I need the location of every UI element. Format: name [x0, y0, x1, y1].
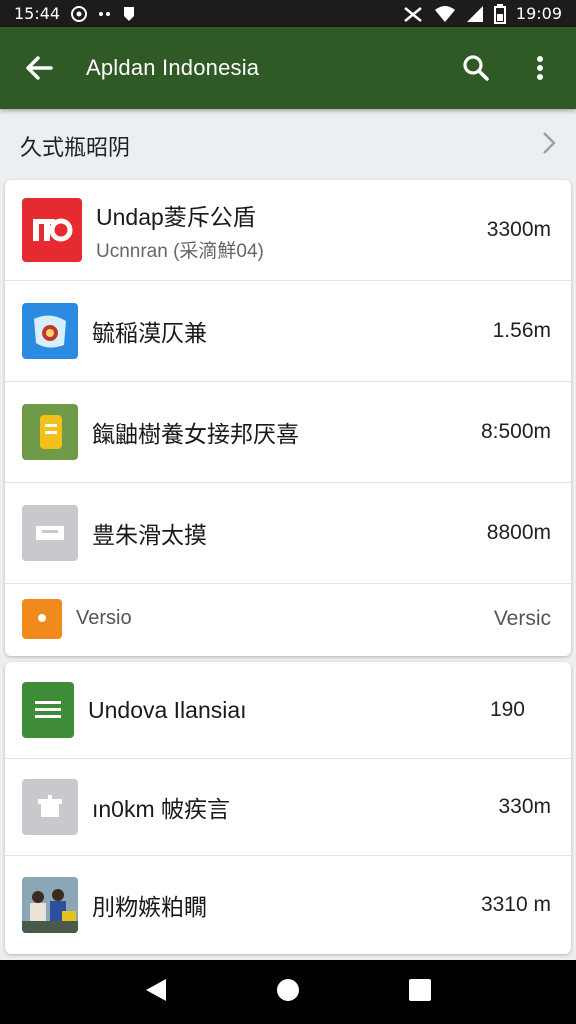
- item-subtitle: Ucnnran (采滴鮮04): [96, 240, 264, 262]
- orange-chat-icon: [22, 598, 62, 639]
- list-item[interactable]: Undova Ilansiaı 190: [5, 662, 571, 759]
- item-value: 8800m: [486, 521, 551, 544]
- nav-home-icon[interactable]: [275, 977, 301, 1007]
- list-item[interactable]: 豊朱滑太摸 8800m: [5, 483, 571, 584]
- item-value: 3310 m: [480, 892, 551, 916]
- item-value: 3300m: [486, 218, 551, 241]
- arrow-back-icon[interactable]: [22, 46, 56, 90]
- list-item[interactable]: Undap菱斥公盾 Ucnnran (采滴鮮04) 3300m: [5, 180, 571, 281]
- yellow-app-icon: [22, 404, 78, 460]
- item-name: 餼鼬樹養女接邦厌喜: [92, 421, 299, 447]
- section-header[interactable]: 久式瓶昭阴: [0, 112, 576, 180]
- item-value: 1.56m: [492, 319, 551, 342]
- item-name: 毓稲漠仄兼: [92, 320, 207, 346]
- nav-back-icon[interactable]: [144, 977, 168, 1007]
- red-app-icon: [22, 198, 82, 262]
- item-name: 豊朱滑太摸: [92, 522, 207, 548]
- grey-gift-icon: [22, 779, 78, 835]
- battery-icon: [493, 3, 506, 24]
- list-item[interactable]: 毓稲漠仄兼 1.56m: [5, 281, 571, 382]
- green-doc-icon: [22, 682, 74, 738]
- grey-folder-icon: [22, 505, 78, 561]
- section-title: 久式瓶昭阴: [20, 136, 131, 161]
- more-vert-icon[interactable]: [518, 46, 562, 90]
- version-label: Versio: [76, 607, 132, 629]
- mute-icon: [402, 5, 424, 23]
- signal-icon: [466, 5, 484, 23]
- dots-icon: [98, 9, 112, 19]
- blue-app-icon: [22, 303, 78, 359]
- app-list-card: Undap菱斥公盾 Ucnnran (采滴鮮04) 3300m 毓稲漠仄兼 1.…: [5, 180, 571, 656]
- list-item[interactable]: 餼鼬樹養女接邦厌喜 8:500m: [5, 382, 571, 483]
- circle-notification-icon: [70, 5, 88, 23]
- list-item[interactable]: 刖粅嫉粕瞯 3310 m: [5, 856, 571, 953]
- search-icon[interactable]: [454, 46, 498, 90]
- item-name: ın0km 帔疾言: [92, 796, 231, 822]
- shield-icon: [122, 6, 136, 22]
- status-time-left: 15:44: [14, 4, 61, 23]
- item-value: 190: [489, 698, 525, 721]
- nav-recents-icon[interactable]: [408, 978, 432, 1006]
- item-name: Undap菱斥公盾: [96, 203, 256, 230]
- list-item[interactable]: ın0km 帔疾言 330m: [5, 759, 571, 856]
- status-bar: 15:44 19:09: [0, 0, 576, 27]
- chevron-right-icon: [542, 131, 556, 161]
- navigation-bar: [0, 960, 576, 1024]
- app-bar: Apldan Indonesia: [0, 27, 576, 109]
- app-list-card-2: Undova Ilansiaı 190 ın0km 帔疾言 330m 刖粅嫉粕瞯…: [5, 662, 571, 954]
- app-title: Apldan Indonesia: [86, 55, 260, 80]
- wifi-icon: [434, 5, 456, 23]
- version-row[interactable]: Versio Versic: [5, 584, 571, 653]
- item-name: 刖粅嫉粕瞯: [92, 893, 207, 920]
- version-value: Versic: [493, 606, 551, 630]
- item-name: Undova Ilansiaı: [88, 696, 247, 723]
- status-time-right: 19:09: [515, 4, 562, 23]
- item-value: 330m: [498, 795, 551, 818]
- item-value: 8:500m: [480, 420, 551, 443]
- photo-people-icon: [22, 876, 78, 933]
